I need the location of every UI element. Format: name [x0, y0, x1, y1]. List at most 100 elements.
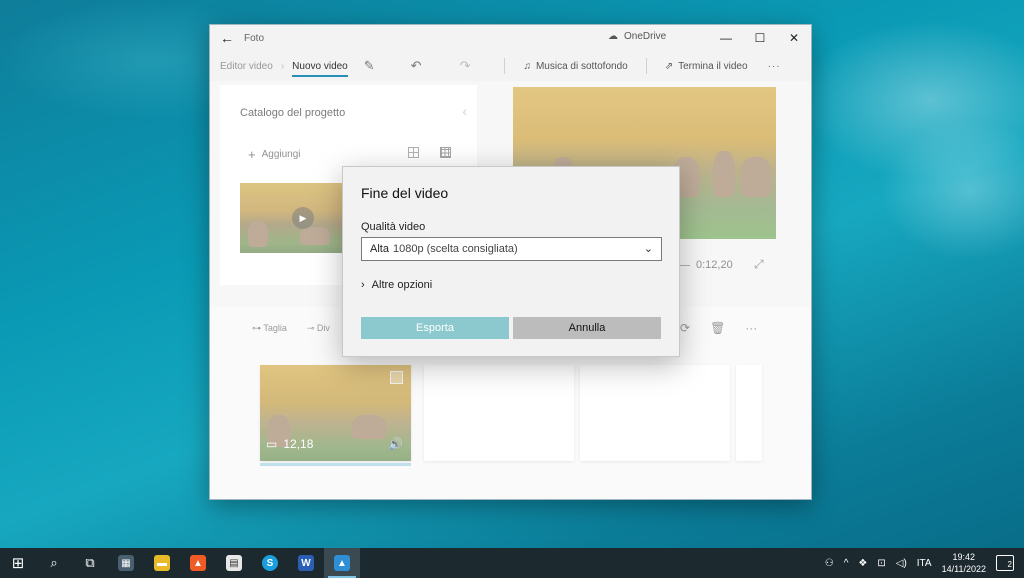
clock-date: 14/11/2022 [941, 564, 986, 574]
people-icon[interactable]: ⚇ [825, 558, 834, 569]
brave-browser-icon[interactable]: ▲ [180, 548, 216, 578]
more-options-label: Altre opzioni [371, 279, 433, 291]
fullscreen-icon[interactable]: ⤢ [754, 257, 764, 272]
volume-icon[interactable]: 🔊 [388, 437, 403, 451]
brave-tile: ▲ [190, 555, 206, 571]
deer-shape [300, 227, 330, 245]
empty-storyboard-slot[interactable] [736, 365, 762, 461]
word-tile: W [298, 555, 314, 571]
search-icon[interactable]: ⌕ [36, 548, 72, 578]
rotate-icon[interactable]: ⟳ [680, 321, 690, 335]
calculator-icon[interactable]: ▦ [108, 548, 144, 578]
clip-selection-bar [260, 463, 411, 466]
split-label: Div [316, 323, 330, 333]
select-checkbox[interactable] [390, 371, 403, 384]
photos-tile: ▲ [334, 555, 350, 571]
video-quality-select[interactable]: Alta 1080p (scelta consigliata) ⌄ [361, 237, 662, 261]
store-tile: ▤ [226, 555, 242, 571]
film-icon: ▭ [266, 437, 278, 451]
trim-button[interactable]: ⊶ Taglia [252, 323, 287, 334]
folder-tile: ▬ [154, 555, 170, 571]
deer-shape [713, 151, 735, 197]
preview-duration: 0:12,20 [696, 259, 733, 271]
chevron-right-icon: › [280, 60, 285, 72]
taskbar: ⊞ ⌕ ⧉ ▦ ▬ ▲ ▤ S W ▲ ⚇ ^ ❖ ⊡ ◁) ITA 19:42… [0, 548, 1024, 578]
split-button[interactable]: ⊸ Div [307, 323, 330, 334]
network-icon[interactable]: ⊡ [877, 558, 885, 569]
word-icon[interactable]: W [288, 548, 324, 578]
editor-toolbar: Editor video › Nuovo video ✎ ↶ ↷ ♫ Music… [210, 51, 811, 81]
quality-level: Alta [370, 243, 389, 255]
system-tray: ⚇ ^ ❖ ⊡ ◁) ITA 19:42 14/11/2022 2 [825, 548, 1024, 578]
trim-label: Taglia [263, 323, 287, 333]
clock-time: 19:42 [952, 552, 976, 562]
background-music-button[interactable]: ♫ Musica di sottofondo [523, 61, 627, 72]
grid-large-icon[interactable] [408, 147, 419, 158]
clip-duration-value: 12,18 [283, 437, 314, 451]
music-note-icon: ♫ [523, 60, 531, 72]
grid-small-icon[interactable] [440, 147, 451, 158]
window-title: Foto [244, 32, 265, 44]
title-bar: ← Foto ☁ OneDrive — ☐ ✕ [210, 25, 811, 51]
photos-app-icon[interactable]: ▲ [324, 548, 360, 578]
dropbox-icon[interactable]: ❖ [858, 558, 867, 569]
task-view-icon[interactable]: ⧉ [72, 548, 108, 578]
windows-start-icon[interactable]: ⊞ [0, 548, 36, 578]
more-options-icon[interactable]: ··· [768, 61, 781, 72]
add-media-label: Aggiungi [261, 149, 301, 160]
chevron-up-icon[interactable]: ^ [844, 558, 849, 569]
skype-icon[interactable]: S [252, 548, 288, 578]
clock[interactable]: 19:42 14/11/2022 [942, 551, 986, 575]
plus-icon: + [248, 147, 256, 162]
trash-icon[interactable]: 🗑 [710, 321, 725, 335]
clip-duration: ▭ 12,18 [266, 437, 313, 451]
more-options-toggle[interactable]: › Altre opzioni [361, 279, 432, 291]
play-icon[interactable]: ▶ [292, 207, 314, 229]
notification-center-icon[interactable]: 2 [996, 555, 1014, 571]
volume-icon[interactable]: ◁) [896, 558, 907, 569]
quality-detail: 1080p (scelta consigliata) [392, 243, 518, 255]
export-button[interactable]: Esporta [361, 317, 509, 339]
finish-video-dialog: Fine del video Qualità video Alta 1080p … [342, 166, 680, 357]
minimize-button[interactable]: — [709, 25, 743, 51]
notification-count: 2 [1007, 560, 1012, 569]
toolbar-divider [645, 58, 647, 74]
redo-icon[interactable]: ↷ [460, 58, 471, 74]
storyboard-clip[interactable]: ▭ 12,18 🔊 [260, 365, 411, 461]
background-music-label: Musica di sottofondo [535, 60, 628, 72]
deer-shape [741, 157, 771, 197]
finish-video-label: Termina il video [678, 60, 748, 72]
back-arrow-icon[interactable]: ← [210, 30, 244, 46]
maximize-button[interactable]: ☐ [743, 25, 777, 51]
add-media-button[interactable]: + Aggiungi [248, 147, 301, 162]
calculator-tile: ▦ [118, 555, 134, 571]
breadcrumb-video-editor[interactable]: Editor video [220, 61, 273, 72]
chevron-right-icon: › [361, 279, 365, 291]
undo-icon[interactable]: ↶ [411, 58, 422, 74]
chevron-left-icon[interactable]: ‹ [462, 103, 467, 119]
storyboard-actions: ⟳ 🗑 ··· [680, 321, 757, 335]
finish-video-button[interactable]: ⇗ Termina il video [665, 61, 748, 72]
more-options-icon[interactable]: ··· [745, 321, 757, 335]
empty-storyboard-slot[interactable] [424, 365, 574, 461]
share-icon: ⇗ [664, 60, 674, 72]
empty-storyboard-slot[interactable] [580, 365, 730, 461]
deer-shape [352, 415, 386, 439]
window-controls: — ☐ ✕ [709, 25, 811, 51]
onedrive-status[interactable]: ☁ OneDrive [608, 31, 666, 42]
dialog-title: Fine del video [361, 185, 449, 201]
close-button[interactable]: ✕ [777, 25, 811, 51]
video-quality-label: Qualità video [361, 221, 426, 233]
pencil-icon[interactable]: ✎ [364, 58, 375, 74]
project-library-title: Catalogo del progetto [240, 107, 346, 119]
storyboard-tools: ⊶ Taglia ⊸ Div [252, 323, 330, 334]
cancel-button[interactable]: Annulla [513, 317, 661, 339]
language-indicator[interactable]: ITA [917, 558, 932, 569]
store-icon[interactable]: ▤ [216, 548, 252, 578]
file-explorer-icon[interactable]: ▬ [144, 548, 180, 578]
progress-track[interactable] [680, 265, 690, 266]
library-video-thumbnail[interactable]: ▶ [240, 183, 344, 253]
chevron-down-icon: ⌄ [643, 243, 653, 255]
breadcrumb-project-name[interactable]: Nuovo video [292, 61, 348, 77]
skype-tile: S [262, 555, 278, 571]
